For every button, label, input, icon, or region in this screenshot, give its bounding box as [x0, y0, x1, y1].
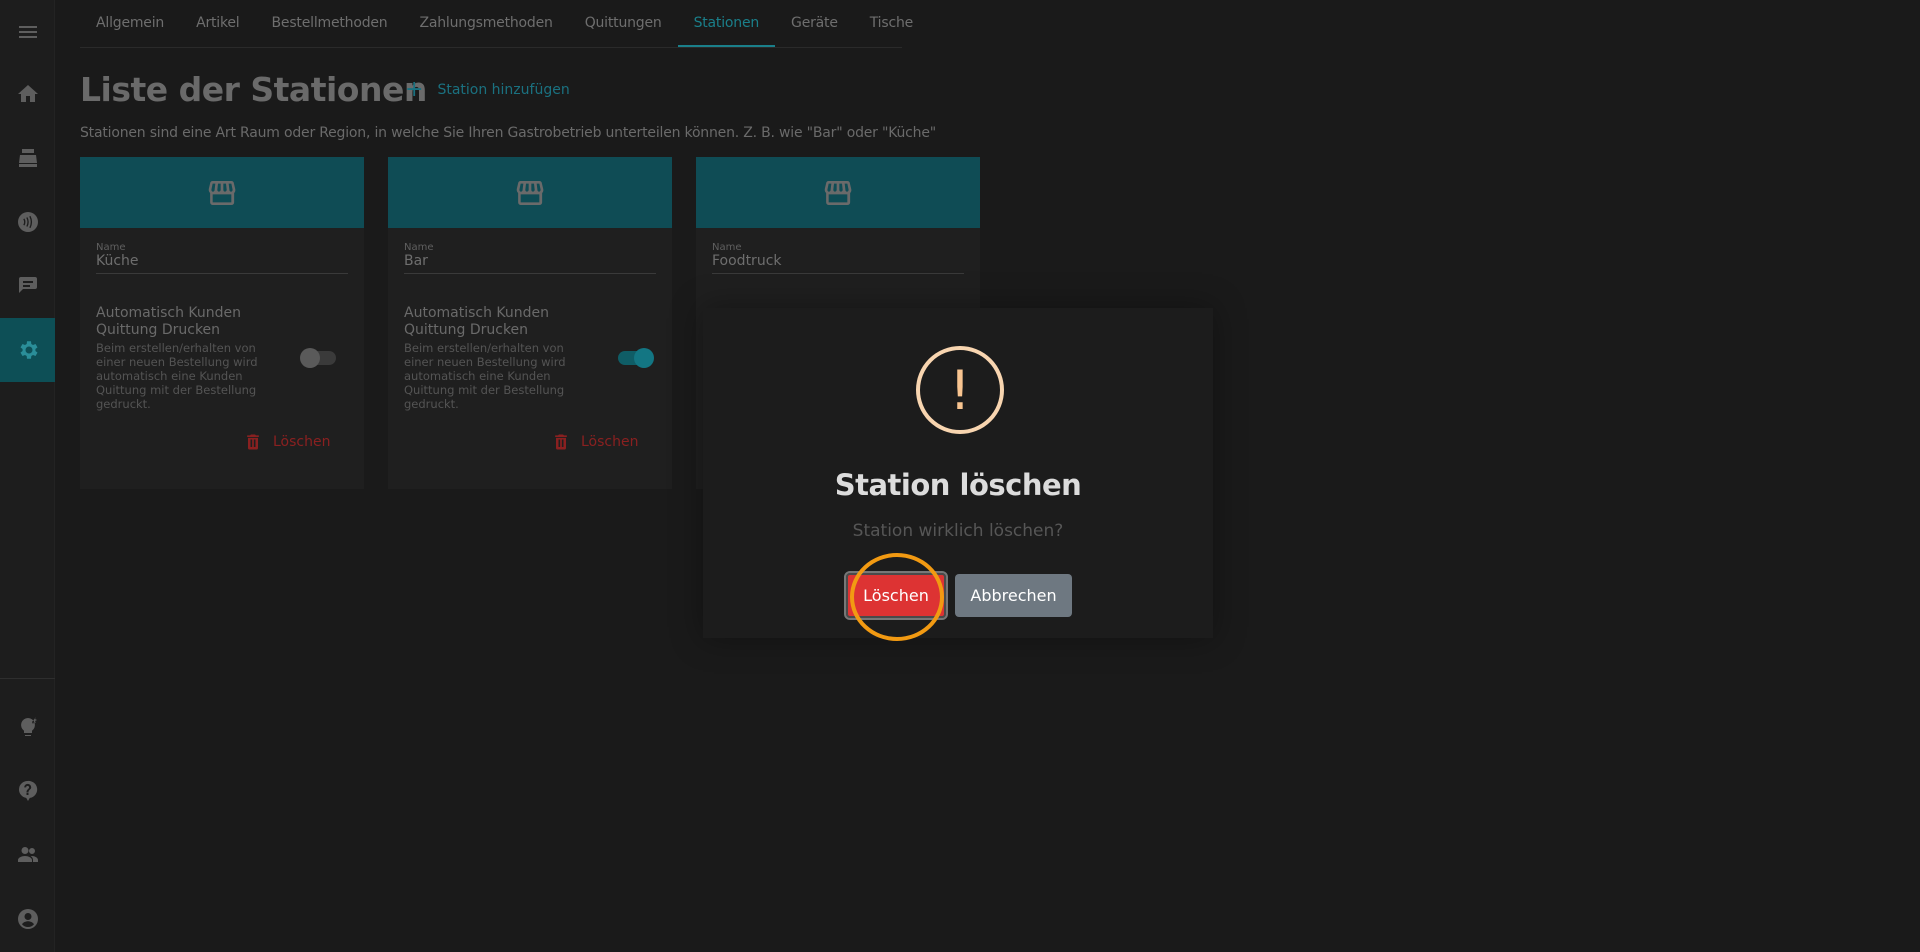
auto-print-title: Automatisch Kunden Quittung Drucken — [96, 305, 242, 338]
card-header — [388, 157, 672, 228]
tab-allgemein[interactable]: Allgemein — [80, 0, 180, 47]
store-icon — [824, 180, 852, 205]
tab-stationen[interactable]: Stationen — [677, 0, 776, 47]
dialog-title: Station löschen — [834, 468, 1082, 502]
confirm-delete-button[interactable]: Löschen — [844, 571, 948, 620]
store-icon — [516, 180, 544, 205]
users-icon[interactable] — [0, 823, 55, 887]
page-subtitle: Stationen sind eine Art Raum oder Region… — [80, 125, 936, 141]
delete-label: Löschen — [273, 434, 331, 450]
auto-print-toggle[interactable] — [300, 348, 336, 368]
add-station-label: Station hinzufügen — [437, 82, 570, 98]
delete-station-button[interactable]: Löschen — [243, 432, 330, 452]
station-card: Name Bar Automatisch Kunden Quittung Dru… — [388, 157, 672, 489]
settings-tabs: Allgemein Artikel Bestellmethoden Zahlun… — [80, 0, 913, 48]
order-list-icon[interactable] — [0, 254, 55, 318]
cash-register-icon[interactable] — [0, 126, 55, 190]
delete-station-button[interactable]: Löschen — [551, 432, 638, 452]
sidebar-divider — [0, 678, 55, 679]
tab-geraete[interactable]: Geräte — [775, 0, 854, 47]
menu-icon[interactable] — [0, 0, 55, 64]
toggle-knob — [300, 348, 320, 368]
store-icon — [208, 180, 236, 205]
station-name-field[interactable]: Bar — [404, 253, 656, 274]
lightbulb-icon[interactable] — [0, 695, 55, 759]
auto-print-description: Beim erstellen/erhalten von einer neuen … — [404, 341, 566, 411]
name-label: Name — [404, 242, 434, 253]
card-header — [696, 157, 980, 228]
settings-icon[interactable] — [0, 318, 55, 382]
delete-label: Löschen — [581, 434, 639, 450]
dialog-text: Station wirklich löschen? — [852, 521, 1064, 541]
auto-print-description: Beim erstellen/erhalten von einer neuen … — [96, 341, 258, 411]
auto-print-toggle[interactable] — [618, 348, 654, 368]
add-station-button[interactable]: + Station hinzufügen — [405, 77, 570, 102]
page-title: Liste der Stationen — [80, 70, 427, 109]
auto-print-title: Automatisch Kunden Quittung Drucken — [404, 305, 550, 338]
delete-confirm-dialog: ! Station löschen Station wirklich lösch… — [703, 308, 1213, 638]
card-header — [80, 157, 364, 228]
tab-tische[interactable]: Tische — [854, 0, 929, 47]
trash-icon — [555, 434, 567, 450]
warning-icon: ! — [916, 346, 1004, 434]
name-label: Name — [96, 242, 126, 253]
contactless-icon[interactable] — [0, 190, 55, 254]
plus-icon: + — [405, 77, 424, 102]
cancel-button[interactable]: Abbrechen — [955, 574, 1072, 617]
name-label: Name — [712, 242, 742, 253]
tab-zahlungsmethoden[interactable]: Zahlungsmethoden — [403, 0, 568, 47]
station-card: Name Küche Automatisch Kunden Quittung D… — [80, 157, 364, 489]
home-icon[interactable] — [0, 62, 55, 126]
tab-quittungen[interactable]: Quittungen — [569, 0, 678, 47]
station-name-field[interactable]: Küche — [96, 253, 348, 274]
help-icon[interactable] — [0, 759, 55, 823]
tab-bestellmethoden[interactable]: Bestellmethoden — [256, 0, 404, 47]
account-icon[interactable] — [0, 887, 55, 951]
tab-artikel[interactable]: Artikel — [180, 0, 255, 47]
sidebar — [0, 0, 55, 952]
trash-icon — [247, 434, 259, 450]
toggle-knob — [634, 348, 654, 368]
station-name-field[interactable]: Foodtruck — [712, 253, 964, 274]
